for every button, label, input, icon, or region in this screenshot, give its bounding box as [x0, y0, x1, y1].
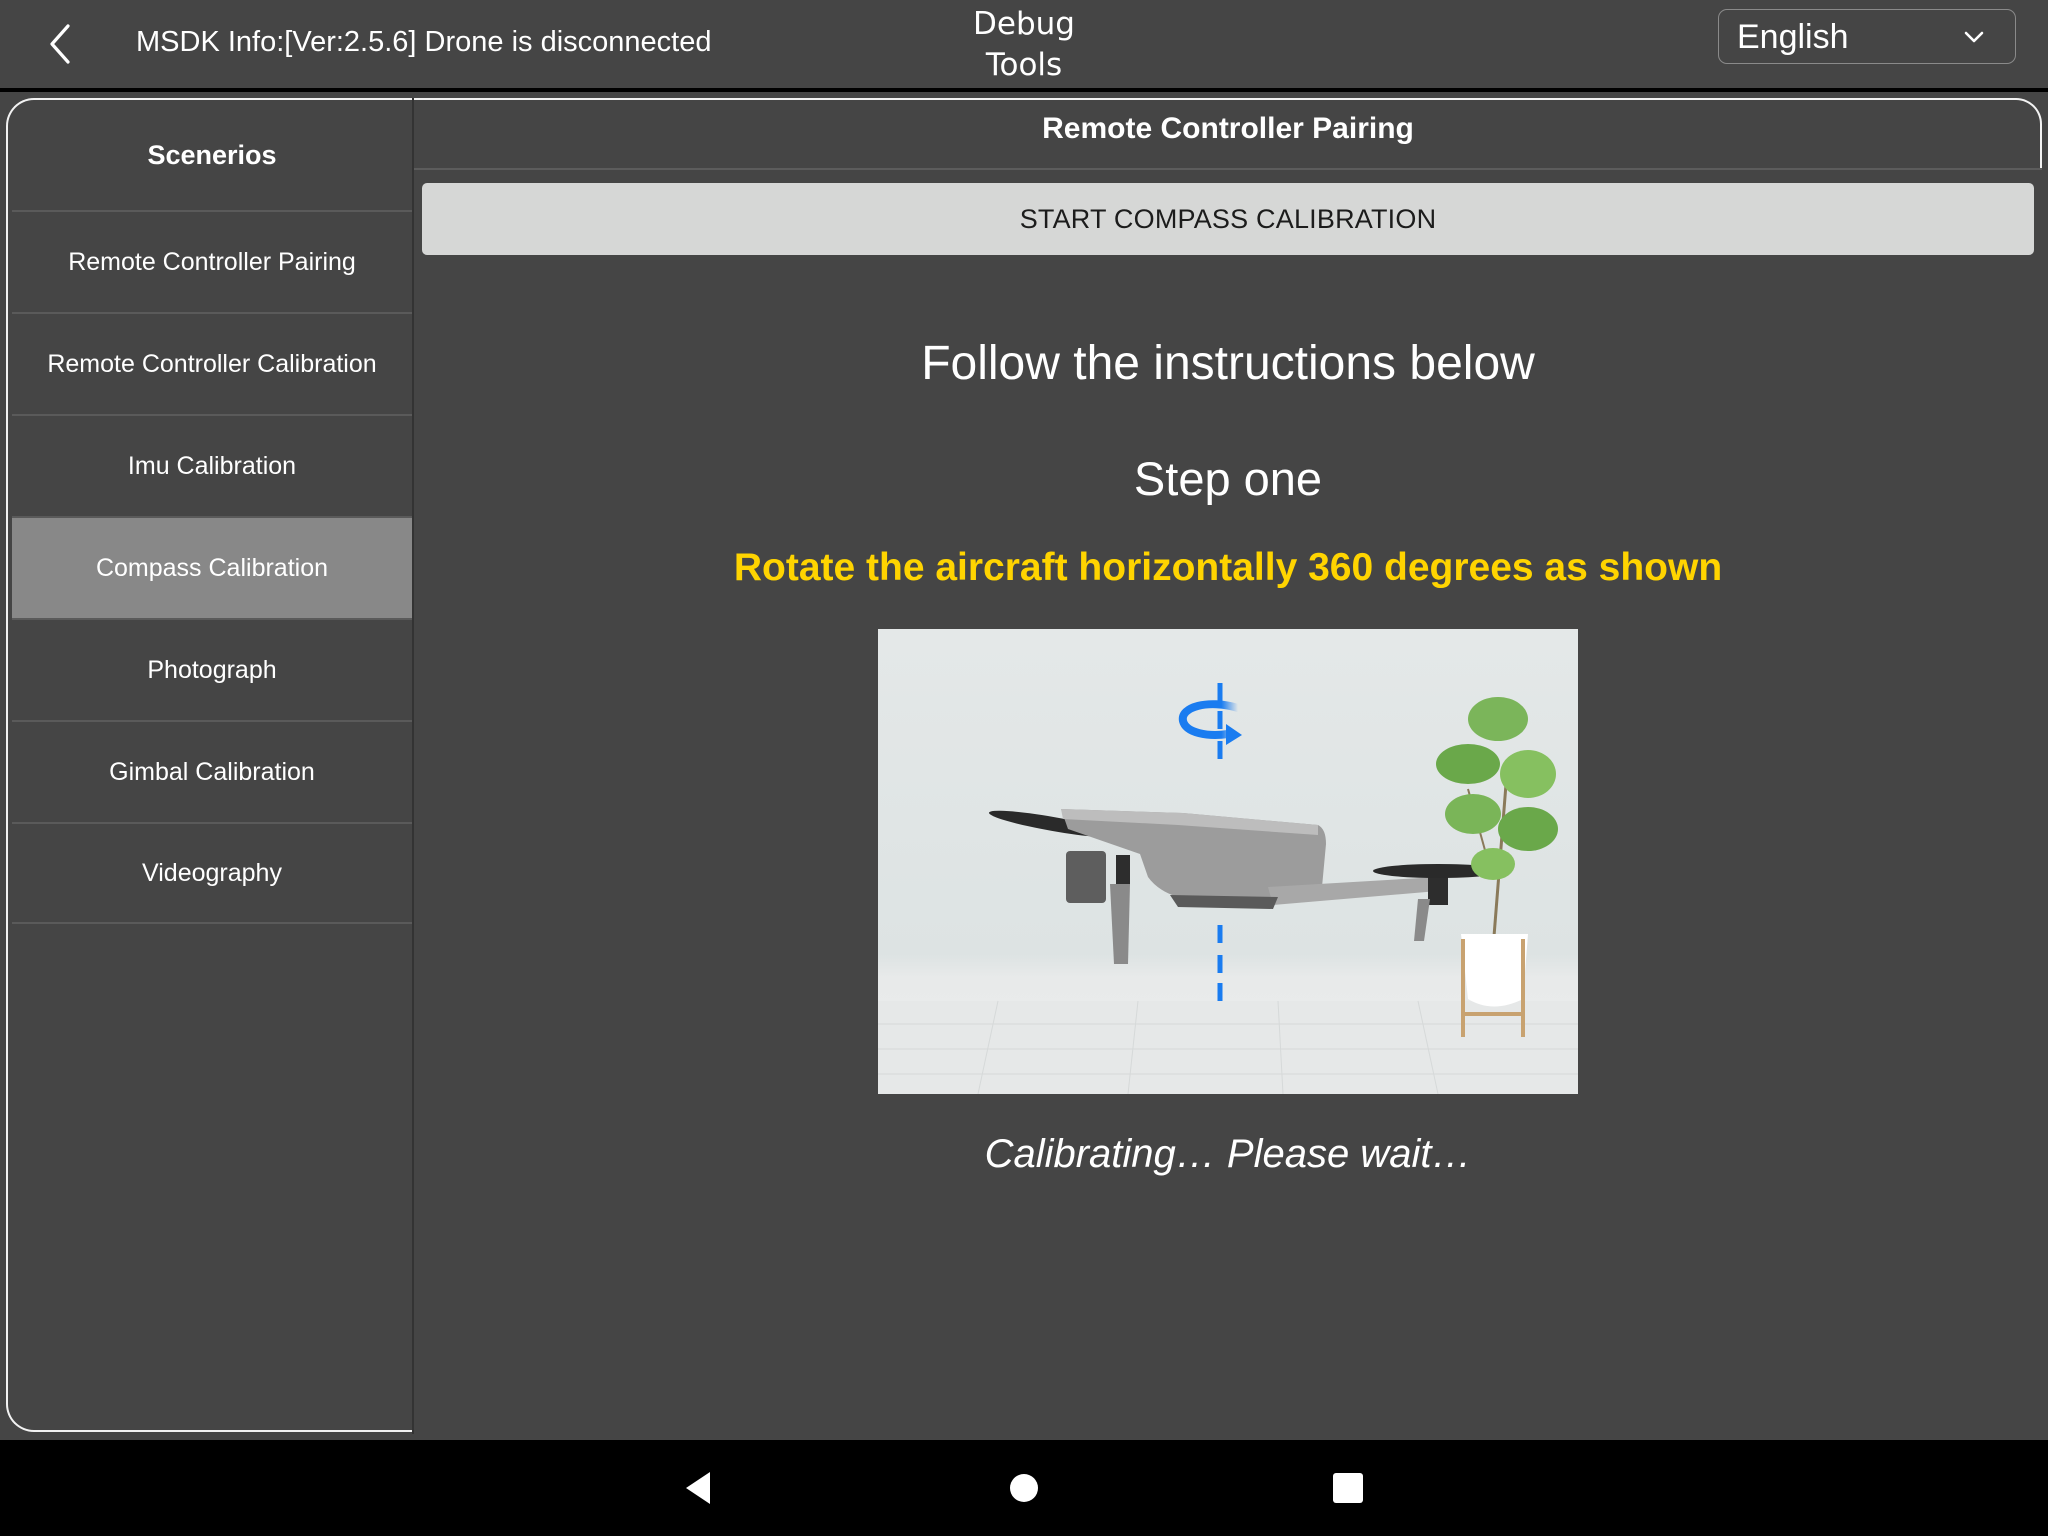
language-select-value: English	[1737, 18, 1849, 56]
sidebar-item-photograph[interactable]: Photograph	[12, 618, 412, 720]
panel-title-divider	[414, 168, 2042, 170]
sidebar-item-imu-calibration[interactable]: Imu Calibration	[12, 414, 412, 516]
sidebar-item-label: Videography	[142, 858, 282, 887]
sidebar-item-label: Photograph	[147, 655, 277, 684]
page-title: Debug Tools	[944, 4, 1104, 86]
sidebar-item-compass-calibration[interactable]: Compass Calibration	[12, 516, 412, 618]
drone-illustration-graphic	[878, 683, 1578, 1094]
nav-home-icon	[1010, 1474, 1038, 1502]
page-title-line2: Tools	[985, 47, 1063, 83]
sdk-status-text: MSDK Info:[Ver:2.5.6] Drone is disconnec…	[136, 26, 712, 58]
nav-recents-button[interactable]	[1328, 1468, 1368, 1508]
step-description: Rotate the aircraft horizontally 360 deg…	[733, 546, 1723, 589]
back-button[interactable]	[38, 20, 86, 68]
nav-recents-icon	[1333, 1473, 1363, 1503]
panel-title: Remote Controller Pairing	[1042, 112, 1414, 145]
sidebar-header: Scenerios	[147, 139, 277, 170]
language-select[interactable]: English	[1718, 9, 2016, 64]
sidebar-list: Remote Controller Pairing Remote Control…	[12, 210, 412, 924]
page-title-line1: Debug	[973, 6, 1075, 42]
rotate-arrow-icon	[1178, 700, 1242, 745]
sidebar-divider	[412, 98, 414, 1434]
sidebar-item-remote-controller-calibration[interactable]: Remote Controller Calibration	[12, 312, 412, 414]
instructions-heading: Follow the instructions below	[921, 337, 1535, 390]
sidebar-item-label: Compass Calibration	[95, 553, 329, 582]
chevron-down-icon	[1964, 31, 1984, 43]
start-compass-calibration-button[interactable]: START COMPASS CALIBRATION	[422, 183, 2034, 255]
calibration-status: Calibrating… Please wait…	[984, 1132, 1472, 1176]
sidebar-item-label: Imu Calibration	[127, 451, 297, 480]
sidebar-item-label: Remote Controller Calibration	[47, 349, 377, 378]
nav-back-button[interactable]	[680, 1468, 720, 1508]
scenarios-sidebar: Scenerios Remote Controller Pairing Remo…	[6, 98, 413, 1432]
sidebar-item-gimbal-calibration[interactable]: Gimbal Calibration	[12, 720, 412, 822]
drone-image	[988, 809, 1503, 964]
app-bar-divider	[0, 88, 2048, 92]
system-nav-bar	[0, 1440, 2048, 1536]
nav-back-icon	[686, 1472, 710, 1504]
chevron-left-icon	[50, 24, 70, 64]
app-bar: MSDK Info:[Ver:2.5.6] Drone is disconnec…	[0, 0, 2048, 88]
sidebar-item-label: Gimbal Calibration	[109, 757, 315, 786]
sidebar-item-label: Remote Controller Pairing	[68, 247, 356, 276]
nav-home-button[interactable]	[1004, 1468, 1044, 1508]
sidebar-item-videography[interactable]: Videography	[12, 822, 412, 924]
drone-rotation-illustration	[878, 629, 1578, 1094]
sidebar-item-remote-controller-pairing[interactable]: Remote Controller Pairing	[12, 210, 412, 312]
step-label: Step one	[1133, 452, 1323, 505]
